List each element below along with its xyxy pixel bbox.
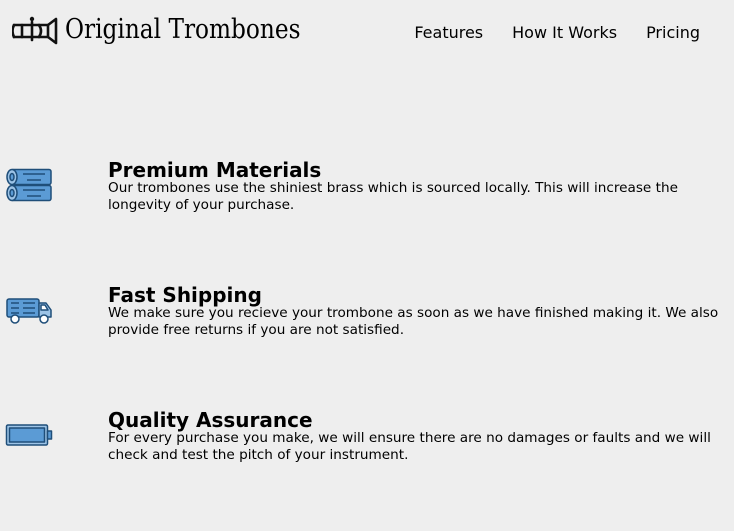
nav-link-features[interactable]: Features [414, 23, 483, 43]
site-header: Original Trombones Features How It Works… [0, 0, 734, 62]
main-nav: Features How It Works Pricing [414, 23, 700, 43]
feature-fast-shipping: Fast Shipping We make sure you recieve y… [0, 283, 734, 353]
nav-link-pricing[interactable]: Pricing [646, 23, 700, 43]
feature-premium-materials: Premium Materials Our trombones use the … [0, 158, 734, 228]
delivery-truck-icon [6, 298, 52, 324]
battery-icon [5, 424, 53, 446]
brass-pipes-icon [6, 168, 52, 202]
feature-title: Fast Shipping [108, 283, 262, 307]
nav-link-how-it-works[interactable]: How It Works [512, 23, 617, 43]
logo[interactable]: Original Trombones [12, 14, 339, 46]
feature-title: Premium Materials [108, 158, 322, 182]
feature-description: For every purchase you make, we will ens… [108, 430, 711, 463]
feature-quality-assurance: Quality Assurance For every purchase you… [0, 408, 734, 478]
trombone-icon [12, 16, 58, 45]
feature-description: Our trombones use the shiniest brass whi… [108, 180, 678, 213]
brand-name: Original Trombones [65, 14, 301, 45]
feature-title: Quality Assurance [108, 408, 313, 432]
feature-description: We make sure you recieve your trombone a… [108, 305, 719, 338]
